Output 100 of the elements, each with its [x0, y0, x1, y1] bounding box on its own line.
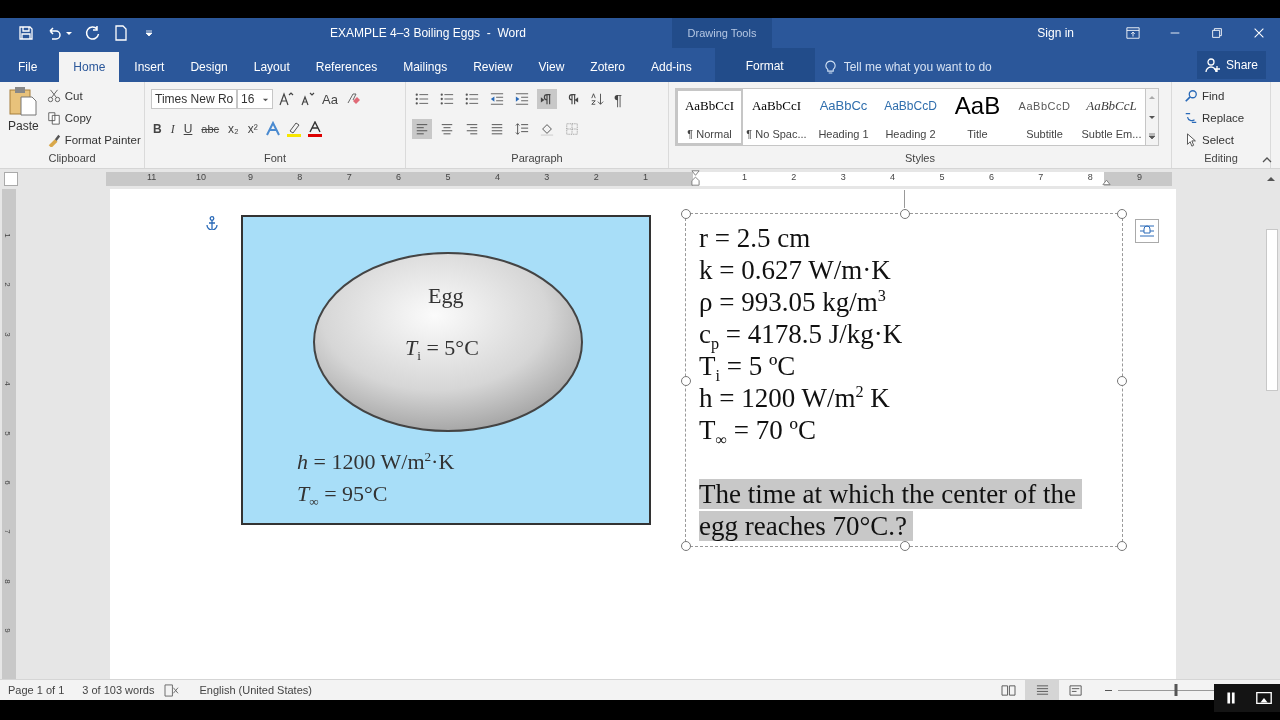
ribbon-display-icon[interactable]	[1126, 26, 1140, 40]
cut-button[interactable]: Cut	[44, 86, 143, 106]
ribbon-tab[interactable]: Review	[462, 52, 524, 82]
format-painter-button[interactable]: Format Painter	[44, 130, 143, 150]
caret-icon[interactable]	[65, 29, 73, 37]
equation-line: ρ = 993.05 kg/m$^{3}$	[699, 286, 887, 318]
ruler-number: 11	[146, 172, 157, 182]
question-text: egg reaches 70°C.?	[699, 511, 913, 541]
paste-button[interactable]: Paste	[6, 86, 41, 150]
format-button[interactable]: B	[151, 119, 164, 139]
ribbon-tab[interactable]: Design	[179, 52, 239, 82]
bullet-list-icon	[415, 92, 429, 106]
right-indent-icon[interactable]	[1102, 178, 1111, 186]
text-effects-icon[interactable]	[264, 121, 281, 137]
ruler-number: 3	[2, 332, 12, 337]
file-tab[interactable]: File	[0, 52, 56, 82]
format-button[interactable]: U	[181, 119, 195, 139]
ribbon-tab[interactable]: Mailings	[392, 52, 459, 82]
pointer-icon	[1184, 133, 1198, 147]
picture-in-picture-icon[interactable]	[1254, 689, 1273, 707]
scrollbar-thumb[interactable]	[1266, 229, 1278, 391]
style-item[interactable]: AaBbCcI ¶ Normal	[676, 89, 743, 145]
copy-icon	[46, 111, 61, 125]
format-button[interactable]: I	[168, 119, 177, 139]
redo-icon[interactable]	[85, 25, 101, 41]
restore-icon[interactable]	[1210, 26, 1224, 40]
scroll-up-icon[interactable]	[1266, 175, 1276, 183]
grow-font-icon[interactable]	[278, 91, 294, 107]
find-button[interactable]: Find	[1182, 86, 1264, 106]
resize-handle[interactable]	[900, 209, 910, 219]
highlighter-icon[interactable]	[285, 121, 302, 137]
resize-handle[interactable]	[1117, 376, 1127, 386]
ruler-number: 3	[544, 172, 550, 182]
ruler-number: 9	[1137, 172, 1143, 182]
layout-options-icon[interactable]	[1135, 219, 1159, 243]
ribbon-tab[interactable]: Add-ins	[640, 52, 703, 82]
ruler-number: 7	[1038, 172, 1044, 182]
customize-icon[interactable]	[145, 29, 153, 37]
new-document-icon[interactable]	[113, 25, 129, 41]
show-formatting-button[interactable]: ¶	[612, 89, 625, 109]
undo-icon[interactable]	[46, 25, 62, 41]
drawing-tools-label: Drawing Tools	[672, 18, 772, 48]
proofing-icon[interactable]	[164, 683, 180, 697]
style-item[interactable]: AaBbCcL Subtle Em...	[1078, 89, 1145, 145]
style-item[interactable]: AaBbCcD Subtitle	[1011, 89, 1078, 145]
ribbon-tab[interactable]: View	[527, 52, 576, 82]
ribbon-tab[interactable]: Zotero	[579, 52, 636, 82]
ribbon-tab[interactable]: Home	[59, 52, 120, 82]
style-item[interactable]: AaBbCcI ¶ No Spac...	[743, 89, 810, 145]
change-case-button[interactable]: Aa	[320, 89, 340, 109]
format-tab[interactable]: Format	[714, 48, 815, 82]
print-layout-button[interactable]	[1025, 680, 1059, 700]
ruler-number: 6	[396, 172, 402, 182]
font-name-field[interactable]: Times New Ro	[151, 89, 237, 109]
equation-line: r = 2.5 cm	[699, 222, 812, 254]
indent-marker-icon[interactable]	[691, 169, 700, 187]
language-status[interactable]: English (United States)	[199, 684, 312, 696]
font-size-field[interactable]: 16	[237, 89, 273, 109]
ruler-number: 1	[741, 172, 747, 182]
format-button[interactable]: x₂	[226, 119, 241, 139]
word-count[interactable]: 3 of 103 words	[82, 684, 155, 696]
more-icon[interactable]	[1148, 131, 1156, 140]
style-item[interactable]: AaBbCcD Heading 2	[877, 89, 944, 145]
collapse-ribbon-icon[interactable]	[1262, 156, 1272, 164]
page-count[interactable]: Page 1 of 1	[8, 684, 65, 696]
format-button[interactable]: x²	[245, 119, 260, 139]
resize-handle[interactable]	[1117, 541, 1127, 551]
indent-icon	[515, 92, 529, 106]
ruler-number: 7	[2, 529, 12, 535]
ruler-number: 4	[2, 381, 12, 386]
rotation-handle[interactable]	[904, 190, 905, 208]
tell-me-field[interactable]: Tell me what you want to do	[841, 59, 1106, 75]
resize-handle[interactable]	[681, 541, 691, 551]
align-left-button[interactable]	[412, 119, 432, 139]
font-color-icon[interactable]	[306, 121, 323, 137]
style-item[interactable]: AaB Title	[944, 89, 1011, 145]
copy-button[interactable]: Copy	[44, 108, 143, 128]
shrink-font-icon[interactable]	[299, 91, 315, 107]
select-button[interactable]: Select	[1182, 130, 1264, 150]
resize-handle[interactable]	[681, 209, 691, 219]
zoom-thumb[interactable]	[1174, 684, 1178, 696]
save-icon[interactable]	[18, 25, 34, 41]
ruler-number: 3	[840, 172, 846, 182]
sign-in-button[interactable]: Sign in	[1031, 25, 1080, 41]
anchor-icon	[206, 216, 218, 230]
share-button[interactable]: Share	[1196, 51, 1266, 79]
style-item[interactable]: AaBbCc Heading 1	[810, 89, 877, 145]
search-icon	[1184, 89, 1198, 103]
close-icon[interactable]	[1252, 26, 1266, 40]
group-label: Paragraph	[510, 151, 564, 166]
resize-handle[interactable]	[681, 376, 691, 386]
ribbon-tab[interactable]: References	[304, 52, 389, 82]
scroll-down-icon[interactable]	[1148, 113, 1156, 121]
bullet-list-icon	[440, 92, 454, 106]
replace-button[interactable]: Replace	[1182, 108, 1264, 128]
ribbon-tab[interactable]: Insert	[123, 52, 176, 82]
format-button[interactable]: abc	[199, 119, 222, 139]
ribbon-tab[interactable]: Layout	[242, 52, 301, 82]
resize-handle[interactable]	[1117, 209, 1127, 219]
left-to-right-button[interactable]	[537, 89, 557, 109]
